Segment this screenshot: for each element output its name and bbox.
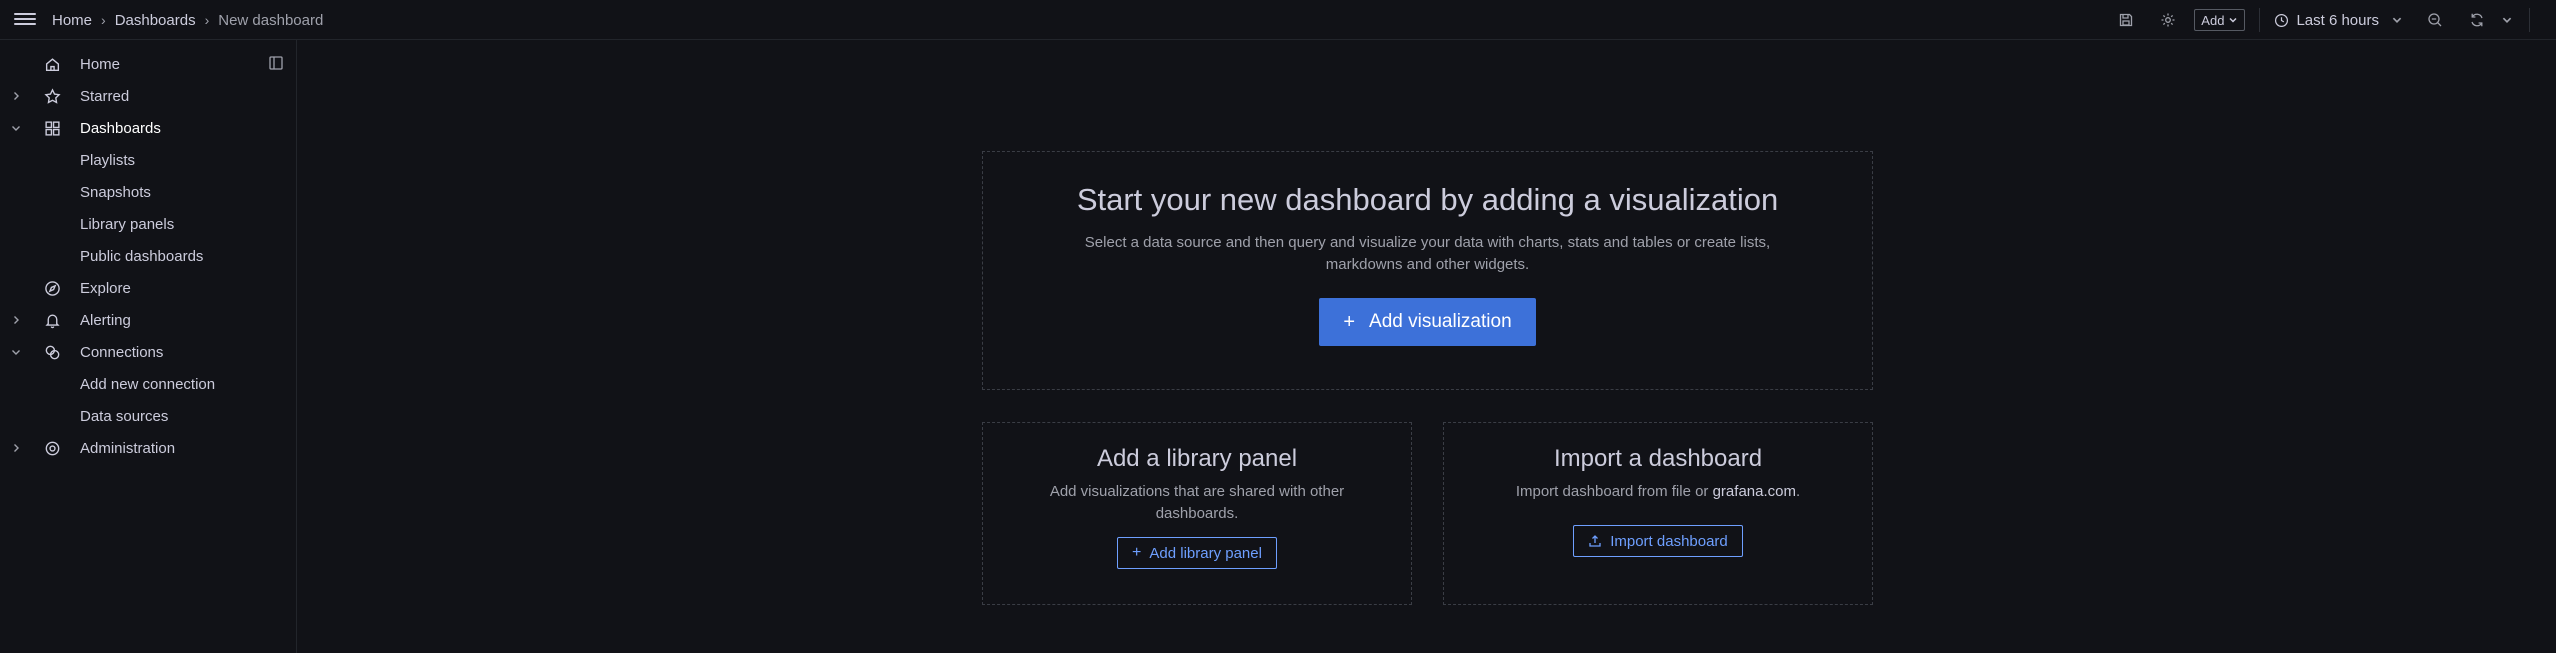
sidebar-item-data-sources[interactable]: Data sources: [0, 404, 296, 428]
library-panel-card: Add a library panel Add visualizations t…: [982, 422, 1412, 605]
add-visualization-button[interactable]: + Add visualization: [1319, 298, 1536, 346]
top-bar: Home › Dashboards › New dashboard Add La…: [0, 0, 2556, 40]
breadcrumb-home[interactable]: Home: [52, 12, 92, 29]
apps-grid-icon: [45, 120, 60, 136]
settings-gear-icon[interactable]: [2158, 10, 2178, 30]
add-button-label: Add: [2201, 12, 2225, 28]
breadcrumb-dashboards[interactable]: Dashboards: [115, 12, 196, 29]
breadcrumb-current: New dashboard: [218, 11, 324, 29]
add-dropdown-button[interactable]: Add: [2194, 9, 2246, 31]
toolbar-divider: [2529, 8, 2530, 32]
home-icon: [45, 57, 60, 71]
sidebar-item-label: Playlists: [80, 151, 136, 169]
sidebar-nav: Home Starred Dashboards Playlists Snapsh…: [0, 40, 297, 653]
sidebar-item-home[interactable]: Home: [0, 52, 296, 76]
plus-icon: +: [1343, 310, 1356, 333]
sidebar-item-label: Starred: [80, 87, 130, 105]
add-visualization-description: Select a data source and then query and …: [1084, 234, 1771, 273]
sidebar-item-administration[interactable]: Administration: [0, 436, 296, 460]
dashboard-toolbar: Add Last 6 hours: [2116, 0, 2556, 40]
chevron-down-icon[interactable]: [10, 122, 22, 134]
sidebar-item-label: Dashboards: [80, 119, 161, 137]
chevron-right-icon[interactable]: [10, 90, 22, 102]
zoom-out-icon[interactable]: [2425, 10, 2445, 30]
chevron-down-icon[interactable]: [10, 346, 22, 358]
library-panel-title: Add a library panel: [1096, 445, 1298, 472]
toolbar-divider: [2259, 8, 2261, 32]
sidebar-item-public-dashboards[interactable]: Public dashboards: [0, 244, 296, 268]
grafana-com-link[interactable]: grafana.com: [1713, 483, 1796, 500]
import-dashboard-card: Import a dashboard Import dashboard from…: [1443, 422, 1873, 605]
plug-connection-icon: [45, 345, 60, 359]
sidebar-item-label: Snapshots: [80, 183, 151, 201]
sidebar-item-library-panels[interactable]: Library panels: [0, 212, 296, 236]
sidebar-item-label: Public dashboards: [80, 247, 204, 265]
sidebar-item-starred[interactable]: Starred: [0, 84, 296, 108]
add-library-panel-label: Add library panel: [1149, 544, 1262, 562]
chevron-right-icon[interactable]: [10, 314, 22, 326]
plus-icon: +: [1132, 544, 1142, 561]
sidebar-item-snapshots[interactable]: Snapshots: [0, 180, 296, 204]
sidebar-item-label: Explore: [80, 279, 131, 297]
menu-icon[interactable]: [14, 10, 36, 30]
sidebar-item-label: Data sources: [80, 407, 169, 425]
import-description-suffix: .: [1795, 483, 1801, 500]
bell-icon: [45, 314, 60, 328]
add-visualization-label: Add visualization: [1369, 311, 1512, 332]
sidebar-item-dashboards[interactable]: Dashboards: [0, 116, 296, 140]
chevron-down-icon: [2229, 17, 2237, 23]
add-library-panel-button[interactable]: + Add library panel: [1117, 537, 1277, 569]
sidebar-item-alerting[interactable]: Alerting: [0, 308, 296, 332]
sidebar-item-label: Alerting: [80, 311, 131, 329]
library-panel-description: Add visualizations that are shared with …: [1049, 483, 1345, 522]
breadcrumb-separator-icon: ›: [204, 12, 210, 28]
breadcrumb-separator-icon: ›: [101, 12, 106, 28]
import-description-text: Import dashboard from file or: [1515, 483, 1713, 500]
sidebar-item-add-new-connection[interactable]: Add new connection: [0, 372, 296, 396]
upload-icon: [1589, 535, 1601, 547]
save-icon[interactable]: [2116, 10, 2136, 30]
add-visualization-card: Start your new dashboard by adding a vis…: [982, 151, 1873, 390]
chevron-right-icon[interactable]: [10, 442, 22, 454]
refresh-interval-chevron-icon[interactable]: [2501, 10, 2513, 30]
clock-icon: [2275, 13, 2289, 27]
sidebar-item-playlists[interactable]: Playlists: [0, 148, 296, 172]
breadcrumb: Home › Dashboards › New dashboard: [52, 0, 323, 40]
sidebar-item-label: Home: [80, 55, 121, 73]
time-range-chevron-icon[interactable]: [2391, 10, 2403, 30]
sidebar-item-label: Connections: [80, 343, 164, 361]
time-range-picker[interactable]: Last 6 hours: [2274, 12, 2379, 29]
refresh-icon[interactable]: [2467, 10, 2487, 30]
page-title: Start your new dashboard by adding a vis…: [1076, 182, 1779, 217]
sidebar-item-connections[interactable]: Connections: [0, 340, 296, 364]
import-dashboard-description: Import dashboard from file or grafana.co…: [1458, 481, 1858, 503]
import-dashboard-label: Import dashboard: [1610, 532, 1728, 550]
star-icon: [44, 87, 61, 104]
sidebar-item-label: Administration: [80, 439, 176, 457]
sidebar-item-explore[interactable]: Explore: [0, 276, 296, 300]
sidebar-item-label: Add new connection: [80, 375, 216, 393]
import-dashboard-button[interactable]: Import dashboard: [1573, 525, 1743, 557]
time-range-label: Last 6 hours: [2296, 11, 2379, 29]
import-dashboard-title: Import a dashboard: [1553, 445, 1763, 472]
sidebar-item-label: Library panels: [80, 215, 175, 233]
compass-icon: [45, 280, 60, 296]
cog-icon: [45, 441, 60, 455]
